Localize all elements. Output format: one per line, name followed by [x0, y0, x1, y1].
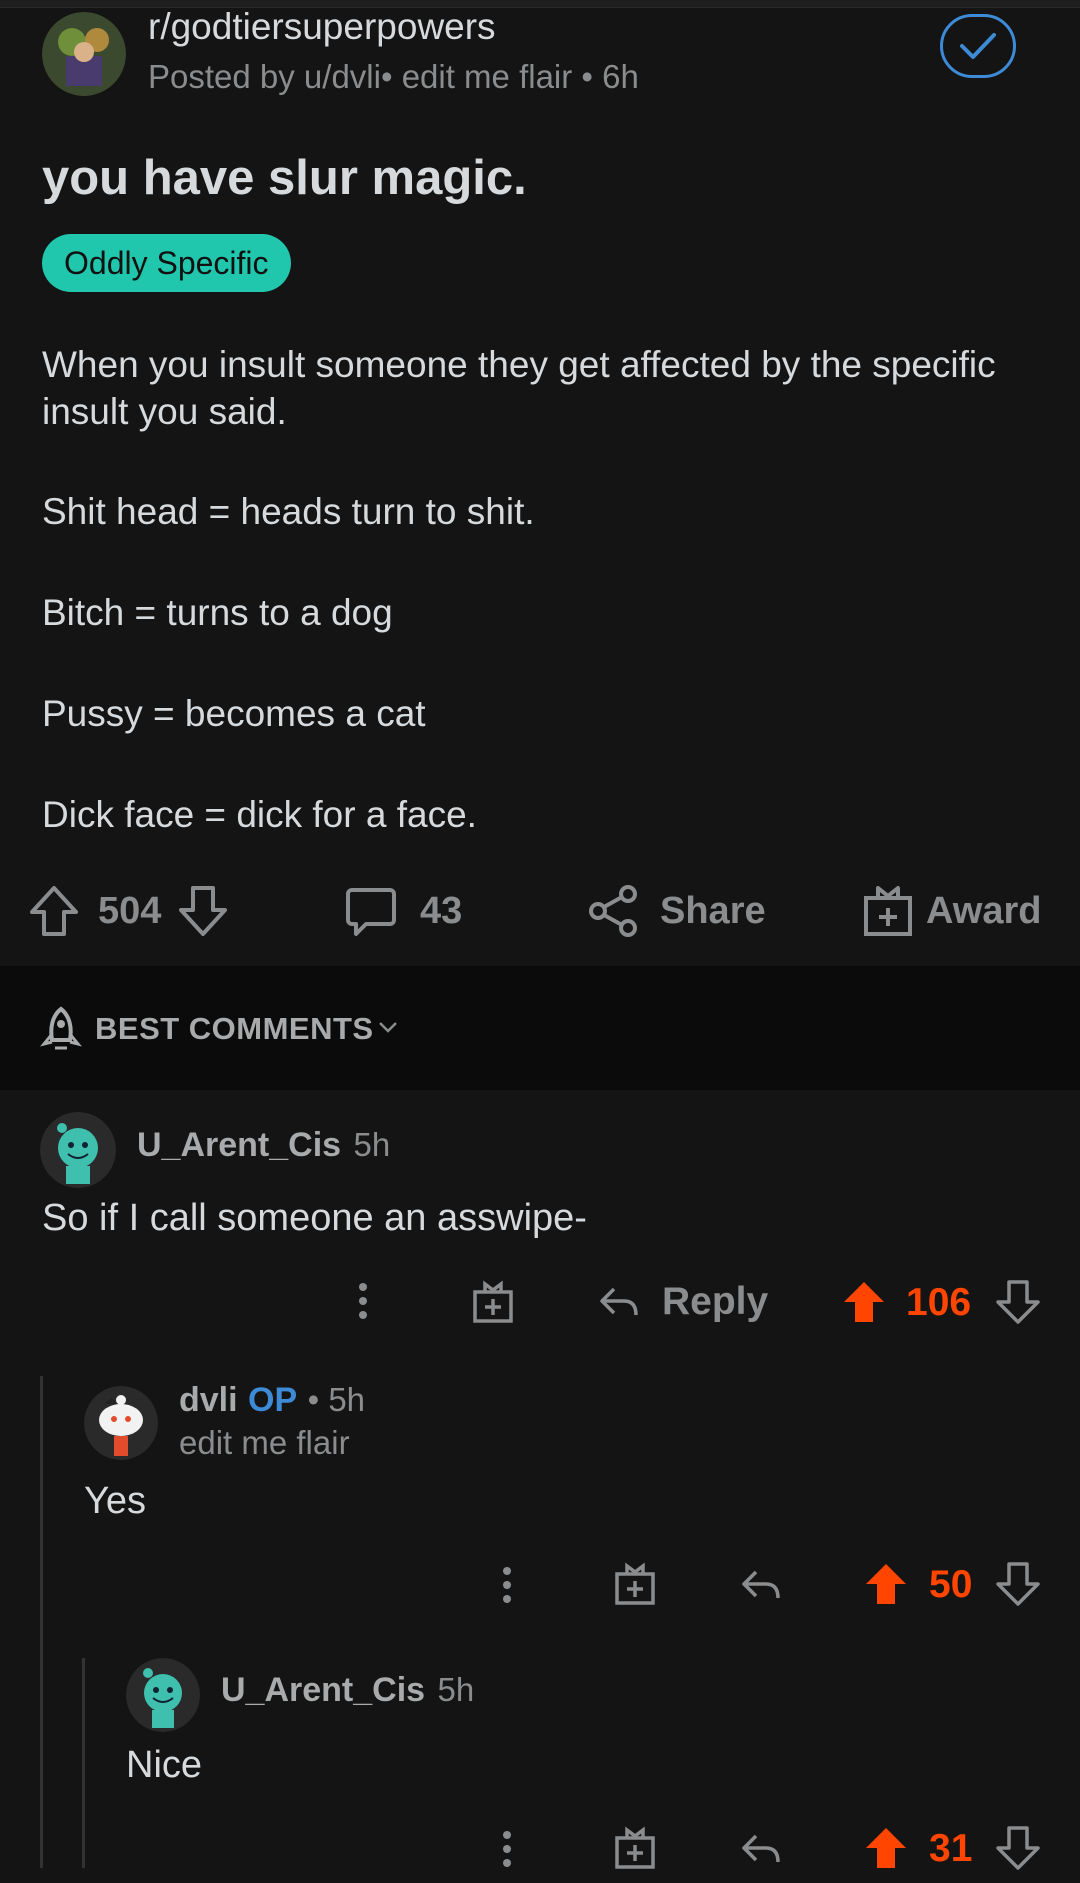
- comment-icon: [344, 884, 398, 938]
- comment-count: 43: [420, 889, 463, 932]
- op-badge: OP: [248, 1381, 298, 1419]
- comment-text: So if I call someone an asswipe-: [42, 1197, 587, 1239]
- post-body-paragraph: When you insult someone they get affecte…: [42, 344, 996, 432]
- award-button[interactable]: Award: [862, 884, 1041, 938]
- comment-username[interactable]: U_Arent_Cis: [221, 1671, 425, 1709]
- comment-score: 50: [929, 1563, 973, 1606]
- subreddit-name[interactable]: r/godtiersuperpowers: [148, 6, 496, 48]
- post-vote-group: 504: [28, 884, 229, 938]
- comment-username[interactable]: U_Arent_Cis: [137, 1126, 341, 1164]
- more-options-icon[interactable]: [358, 1282, 368, 1325]
- post-body-paragraph: Pussy = becomes a cat: [42, 693, 426, 734]
- comment-score: 31: [929, 1827, 973, 1870]
- comment-header: U_Arent_Cis 5h: [221, 1671, 474, 1710]
- award-label: Award: [926, 889, 1042, 932]
- comments-button[interactable]: 43: [344, 884, 462, 938]
- more-options-icon[interactable]: [502, 1566, 512, 1609]
- comment-score: 106: [906, 1281, 972, 1324]
- user-flair: edit me flair: [179, 1424, 350, 1461]
- share-button[interactable]: Share: [588, 884, 766, 938]
- subreddit-avatar[interactable]: [42, 12, 126, 96]
- thread-line[interactable]: [40, 1376, 43, 1868]
- comment-time: • 5h: [307, 1381, 366, 1418]
- reply-label: Reply: [662, 1280, 769, 1323]
- upvote-icon-active[interactable]: [864, 1562, 908, 1611]
- more-options-icon[interactable]: [502, 1830, 512, 1873]
- avatar[interactable]: [84, 1386, 158, 1460]
- post-body-paragraph: Dick face = dick for a face.: [42, 794, 477, 835]
- comment-header: U_Arent_Cis 5h: [137, 1126, 390, 1165]
- comment-text: Nice: [126, 1744, 203, 1786]
- post-flair[interactable]: Oddly Specific: [42, 234, 291, 292]
- gift-icon[interactable]: [472, 1280, 514, 1329]
- reply-button[interactable]: Reply: [598, 1280, 768, 1324]
- checkmark-icon[interactable]: [940, 14, 1016, 78]
- comment-time: 5h: [437, 1671, 475, 1708]
- share-label: Share: [660, 889, 766, 932]
- upvote-icon-active[interactable]: [864, 1826, 908, 1875]
- chevron-down-icon[interactable]: [378, 1020, 398, 1039]
- upvote-icon-active[interactable]: [842, 1280, 886, 1329]
- avatar[interactable]: [126, 1658, 200, 1732]
- downvote-icon[interactable]: [996, 1280, 1040, 1329]
- reply-icon[interactable]: [740, 1830, 782, 1873]
- downvote-icon[interactable]: [996, 1562, 1040, 1611]
- comment-time: 5h: [353, 1126, 391, 1163]
- downvote-icon[interactable]: [177, 884, 229, 938]
- gift-icon: [862, 884, 914, 938]
- avatar[interactable]: [40, 1112, 116, 1188]
- comment-username[interactable]: dvli: [179, 1381, 238, 1419]
- upvote-icon[interactable]: [28, 884, 80, 938]
- reply-icon: [598, 1283, 640, 1321]
- sort-label[interactable]: BEST COMMENTS: [95, 1011, 374, 1047]
- downvote-icon[interactable]: [996, 1826, 1040, 1875]
- share-icon: [588, 884, 640, 938]
- comment-text: Yes: [84, 1480, 146, 1522]
- post-body-paragraph: Shit head = heads turn to shit.: [42, 491, 535, 532]
- gift-icon[interactable]: [614, 1562, 656, 1611]
- post-title: you have slur magic.: [42, 151, 527, 205]
- thread-line[interactable]: [82, 1658, 85, 1868]
- reply-icon[interactable]: [740, 1566, 782, 1609]
- rocket-icon: [40, 1006, 82, 1057]
- post-body-paragraph: Bitch = turns to a dog: [42, 592, 393, 633]
- gift-icon[interactable]: [614, 1826, 656, 1875]
- post-score: 504: [98, 889, 162, 932]
- comment-header: dvli OP • 5h: [179, 1381, 365, 1420]
- post-meta: Posted by u/dvli• edit me flair • 6h: [148, 58, 639, 95]
